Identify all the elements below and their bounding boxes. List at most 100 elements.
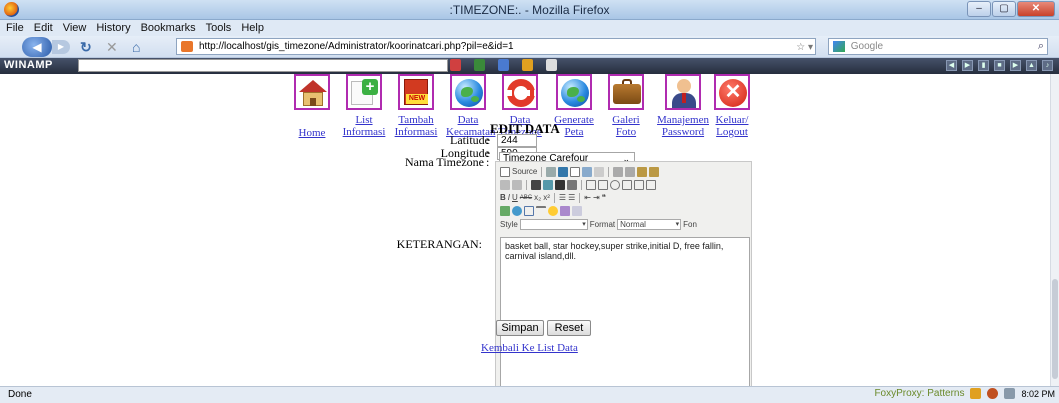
- vertical-scrollbar[interactable]: [1050, 74, 1059, 386]
- house-icon[interactable]: [294, 74, 330, 110]
- page-break-icon[interactable]: [572, 205, 582, 216]
- winamp-search-input[interactable]: [78, 59, 448, 72]
- search-icon[interactable]: ⌕: [1038, 39, 1044, 54]
- open-icon[interactable]: ▲: [1026, 60, 1037, 71]
- keterangan-textarea[interactable]: basket ball, star hockey,super strike,in…: [500, 237, 750, 395]
- new-document-icon[interactable]: NEW: [398, 74, 434, 110]
- menu-edit[interactable]: Edit: [34, 22, 53, 34]
- copy-icon[interactable]: [625, 166, 636, 177]
- maximize-button[interactable]: ▢: [992, 1, 1016, 17]
- reset-button[interactable]: Reset: [547, 320, 591, 336]
- winamp-icon-5[interactable]: [546, 59, 557, 71]
- redo-icon[interactable]: [512, 179, 522, 190]
- special-char-icon[interactable]: [560, 205, 570, 216]
- menu-tools[interactable]: Tools: [206, 22, 232, 34]
- menu-manajemen-password[interactable]: Manajemen Password: [656, 74, 710, 138]
- list-add-icon[interactable]: +: [346, 74, 382, 110]
- url-bar[interactable]: http://localhost/gis_timezone/Administra…: [176, 38, 816, 55]
- numbered-list-icon[interactable]: ☰: [559, 193, 566, 202]
- menu-logout[interactable]: ✕ Keluar/Logout: [710, 74, 754, 138]
- print-icon[interactable]: [594, 166, 605, 177]
- menu-view[interactable]: View: [63, 22, 87, 34]
- find-icon[interactable]: [531, 179, 541, 190]
- paste-icon[interactable]: [637, 166, 648, 177]
- textfield-icon[interactable]: [622, 179, 632, 190]
- select-field-icon[interactable]: [646, 179, 656, 190]
- close-button[interactable]: ✕: [1017, 1, 1055, 17]
- undo-icon[interactable]: [500, 179, 510, 190]
- winamp-icon-2[interactable]: [474, 59, 485, 71]
- addon-icon-1[interactable]: [970, 388, 982, 399]
- remove-format-icon[interactable]: [567, 179, 577, 190]
- globe-icon[interactable]: [556, 74, 592, 110]
- replace-icon[interactable]: [543, 179, 553, 190]
- reload-icon[interactable]: ↻: [80, 39, 92, 55]
- home-icon[interactable]: ⌂: [132, 39, 140, 55]
- scrollbar-thumb[interactable]: [1052, 279, 1058, 379]
- search-bar[interactable]: Google ⌕: [828, 38, 1048, 55]
- menu-bookmarks[interactable]: Bookmarks: [141, 22, 196, 34]
- format-combo[interactable]: Normal ▾: [617, 219, 682, 230]
- cut-icon[interactable]: [613, 166, 624, 177]
- blockquote-icon[interactable]: ❝: [602, 193, 606, 202]
- subscript-icon[interactable]: x₂: [534, 193, 541, 202]
- next-icon[interactable]: ▶: [1010, 60, 1021, 71]
- smiley-icon[interactable]: [548, 205, 558, 216]
- template-icon[interactable]: [570, 166, 581, 177]
- preview-icon[interactable]: [582, 166, 593, 177]
- briefcase-icon[interactable]: [608, 74, 644, 110]
- menu-history[interactable]: History: [96, 22, 130, 34]
- play-icon[interactable]: ▶: [962, 60, 973, 71]
- prev-icon[interactable]: ◀: [946, 60, 957, 71]
- style-combo[interactable]: ▾: [519, 219, 588, 230]
- indent-icon[interactable]: ⇥: [593, 193, 600, 202]
- save-icon[interactable]: [558, 166, 569, 177]
- menu-data-kecamatan[interactable]: Data Kecamatan: [446, 74, 495, 138]
- menu-galeri-foto-label[interactable]: Galeri Foto: [604, 114, 648, 138]
- source-button[interactable]: Source: [512, 167, 537, 176]
- back-to-list-link[interactable]: Kembali Ke List Data: [481, 342, 578, 354]
- save-button[interactable]: Simpan: [496, 320, 544, 336]
- menu-help[interactable]: Help: [241, 22, 264, 34]
- textarea-icon[interactable]: [634, 179, 644, 190]
- new-page-icon[interactable]: [546, 166, 557, 177]
- radio-icon[interactable]: [610, 179, 620, 190]
- flash-icon[interactable]: [512, 205, 522, 216]
- stop-player-icon[interactable]: ■: [994, 60, 1005, 71]
- close-circle-icon[interactable]: ✕: [714, 74, 750, 110]
- addon-icon-3[interactable]: [1004, 388, 1016, 399]
- minimize-button[interactable]: –: [967, 1, 991, 17]
- globe-icon[interactable]: [450, 74, 486, 110]
- forward-arrow-icon[interactable]: ▶: [52, 40, 70, 54]
- bullet-list-icon[interactable]: ☰: [568, 193, 575, 202]
- pause-icon[interactable]: ▮: [978, 60, 989, 71]
- winamp-icon-1[interactable]: [450, 59, 461, 71]
- source-icon[interactable]: [500, 166, 510, 177]
- table-icon[interactable]: [524, 205, 534, 216]
- select-all-icon[interactable]: [555, 179, 565, 190]
- latitude-input[interactable]: 244: [497, 134, 537, 147]
- lifebuoy-icon[interactable]: [502, 74, 538, 110]
- bookmark-star-icon[interactable]: ☆ ▾: [796, 40, 813, 55]
- addon-icon-2[interactable]: [987, 388, 999, 399]
- menu-list-informasi[interactable]: + List Informasi: [342, 74, 386, 138]
- outdent-icon[interactable]: ⇤: [584, 193, 591, 202]
- menu-logout-label[interactable]: Keluar/Logout: [710, 114, 754, 138]
- superscript-icon[interactable]: x²: [543, 193, 550, 202]
- volume-icon[interactable]: ♪: [1042, 60, 1053, 71]
- strike-button[interactable]: ABC: [520, 195, 532, 201]
- paste-text-icon[interactable]: [649, 166, 660, 177]
- menu-home[interactable]: Home: [290, 74, 334, 139]
- user-icon[interactable]: [665, 74, 701, 110]
- winamp-icon-4[interactable]: [522, 59, 533, 71]
- menu-file[interactable]: File: [6, 22, 24, 34]
- winamp-icon-3[interactable]: [498, 59, 509, 71]
- form-icon[interactable]: [586, 179, 596, 190]
- foxyproxy-status[interactable]: FoxyProxy: Patterns: [874, 388, 964, 399]
- menu-galeri-foto[interactable]: Galeri Foto: [604, 74, 648, 138]
- menu-tambah-informasi[interactable]: NEW Tambah Informasi: [394, 74, 438, 138]
- image-icon[interactable]: [500, 205, 510, 216]
- underline-button[interactable]: U: [512, 193, 518, 202]
- back-arrow-icon[interactable]: ◀: [22, 37, 52, 57]
- menu-home-label[interactable]: Home: [290, 127, 334, 139]
